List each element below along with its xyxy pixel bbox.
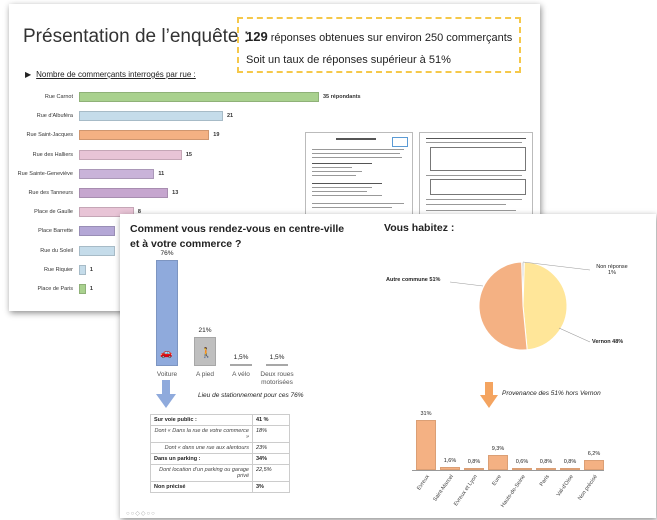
street-label: Place Barrette — [38, 228, 73, 235]
origin-value-label: 6,2% — [587, 451, 601, 457]
street-value-label: 15 — [185, 151, 192, 158]
response-callout: 129 réponses obtenues sur environ 250 co… — [237, 17, 521, 73]
slide-title: Présentation de l’enquête : — [23, 26, 250, 47]
street-value-label: 1 — [89, 266, 93, 273]
street-bar — [79, 264, 86, 275]
street-value-label: 21 — [227, 113, 234, 120]
street-value-label: 11 — [158, 170, 165, 177]
pie-label-non-reponse: Non réponse 1% — [596, 264, 628, 276]
street-label: Place de Gaulle — [34, 209, 73, 216]
pie-slice — [522, 261, 568, 351]
origin-bar — [560, 468, 580, 470]
origin-value-label: 9,3% — [491, 446, 505, 452]
street-bar — [79, 92, 319, 102]
streets-subheading: ▶ Nombre de commerçants interrogés par ru… — [25, 70, 196, 79]
street-label: Rue des Halliers — [32, 151, 73, 158]
origin-bar — [512, 468, 532, 470]
streets-subheading-text: Nombre de commerçants interrogés par rue… — [36, 70, 196, 79]
street-label: Rue du Soleil — [40, 247, 73, 254]
origin-value-label: 0,6% — [515, 459, 529, 465]
street-value-label: 1 — [89, 286, 93, 292]
street-label: Rue Carnot — [44, 94, 73, 100]
origin-value-label: 0,8% — [539, 459, 553, 465]
street-bar — [79, 168, 155, 179]
origin-bar — [536, 468, 556, 470]
pie-leader-line — [558, 327, 591, 343]
origin-bar — [416, 420, 436, 470]
origin-bar — [584, 460, 604, 470]
street-bar — [79, 245, 115, 256]
street-label: Rue des Tanneurs — [28, 190, 73, 196]
street-value-label: 19 — [213, 132, 220, 139]
pie-leader-line — [449, 281, 484, 287]
street-label: Rue Saint-Jacques — [26, 132, 73, 139]
origin-bar — [488, 455, 508, 470]
pie-slice — [478, 261, 528, 351]
origin-bar — [440, 467, 460, 470]
street-label: Rue d'Albuféra — [36, 113, 73, 120]
residence-pie-chart — [449, 261, 591, 351]
street-bar — [79, 130, 210, 141]
origin-value-label: 0,8% — [467, 459, 481, 465]
response-rate-text: Soit un taux de réponses supérieur à 51% — [246, 54, 451, 66]
origin-value-label: 31% — [420, 411, 432, 417]
origin-value-label: 1,6% — [443, 458, 457, 465]
origin-bar — [464, 468, 484, 470]
response-count-text: réponses obtenues sur environ 250 commer… — [267, 32, 513, 44]
triangle-bullet-icon: ▶ — [25, 70, 32, 79]
street-value-label: 13 — [172, 190, 179, 196]
pie-label-autre-commune: Autre commune 51% — [386, 277, 441, 283]
street-bar — [79, 111, 223, 122]
street-value-label: 35 répondants — [323, 94, 361, 100]
street-label: Rue Riquier — [43, 266, 73, 273]
origin-caption: Provenance des 51% hors Vernon — [502, 390, 601, 397]
street-bar — [79, 149, 182, 160]
pie-label-vernon: Vernon 48% — [592, 339, 624, 345]
street-bar — [79, 226, 115, 237]
slide-transport-residence: Comment vous rendez-vous en centre-ville… — [120, 214, 656, 518]
origin-value-label: 0,8% — [563, 459, 577, 465]
street-label: Rue Sainte-Geneviève — [17, 170, 73, 177]
questionnaire-thumbnail-1 — [305, 132, 413, 216]
street-bar — [79, 188, 169, 198]
down-arrow-icon — [480, 382, 498, 408]
response-count: 129 — [246, 29, 268, 44]
street-bar — [79, 284, 86, 294]
street-label: Place de Paris — [37, 286, 73, 292]
footer-glyphs: ○○◇◇○○ — [126, 511, 156, 517]
origin-axis — [412, 470, 604, 471]
questionnaire-thumbnail-2 — [419, 132, 533, 216]
